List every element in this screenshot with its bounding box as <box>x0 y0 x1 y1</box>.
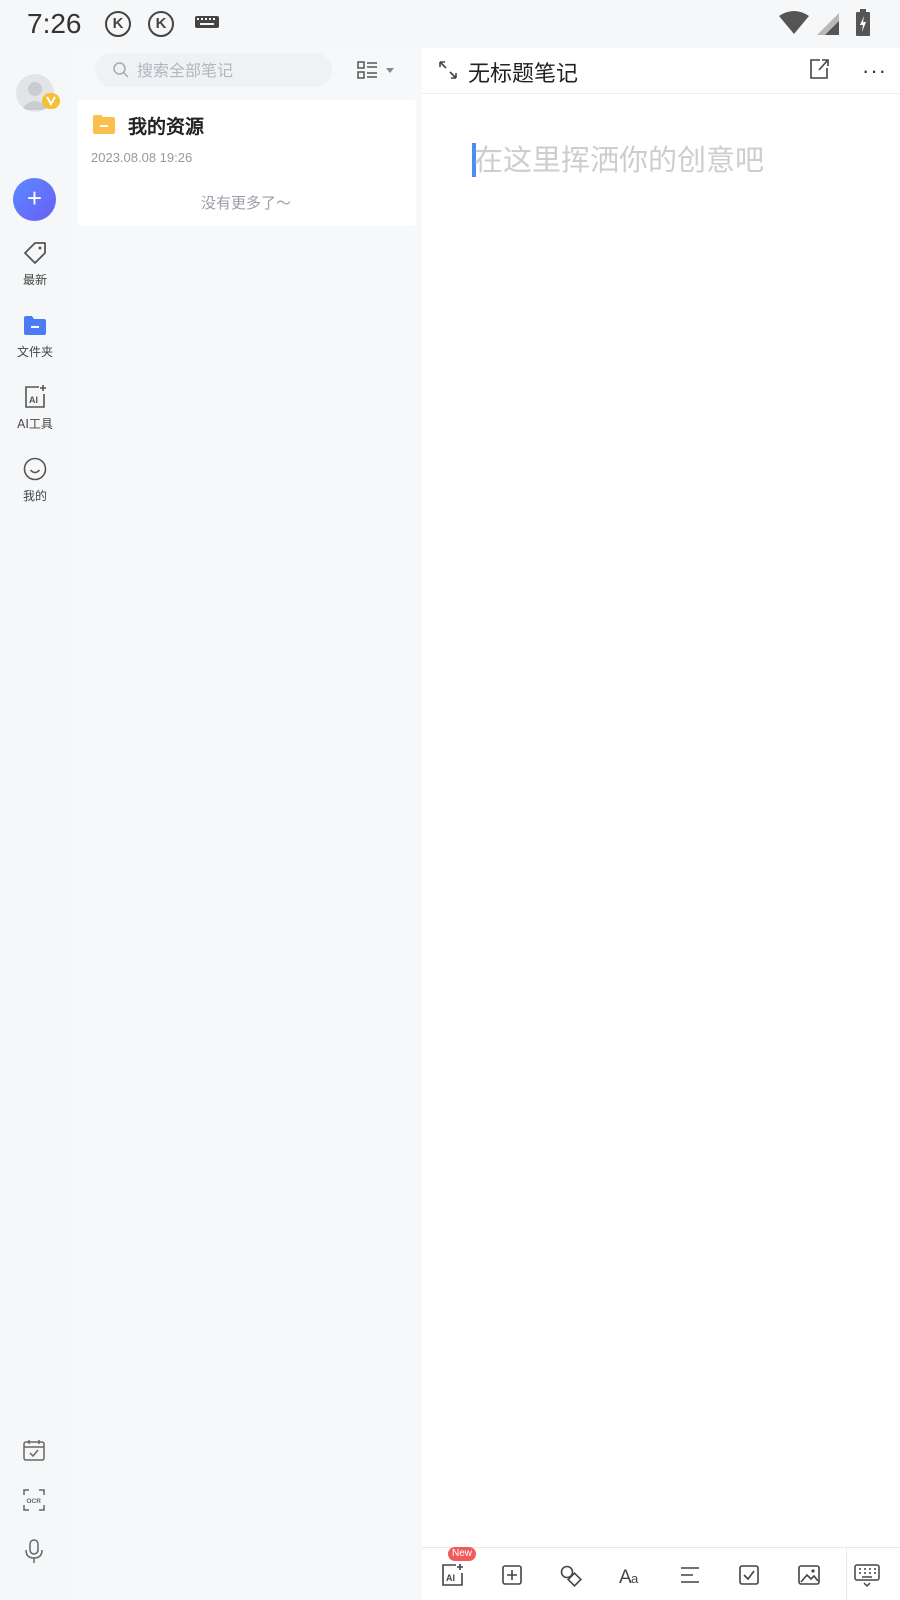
calendar-check-icon[interactable] <box>22 1438 46 1462</box>
folder-title: 我的资源 <box>128 116 205 138</box>
share-icon[interactable] <box>808 58 830 80</box>
note-title[interactable]: 无标题笔记 <box>468 56 578 88</box>
rail-item-label: 最新 <box>22 273 47 287</box>
notes-list-pane: 我的资源 2023.08.08 19:26 没有更多了～ <box>70 48 422 1600</box>
search-input[interactable] <box>137 53 327 87</box>
collapse-icon[interactable] <box>438 60 458 80</box>
editor-toolbar: AI New A a <box>422 1547 900 1600</box>
smile-icon <box>23 457 47 481</box>
shapes-icon[interactable] <box>558 1562 584 1588</box>
status-bar: 7:26 K K <box>0 0 900 48</box>
note-body-input[interactable] <box>474 140 874 180</box>
signal-icon <box>817 13 839 35</box>
note-editor: 无标题笔记 ··· AI New A a <box>422 48 900 1600</box>
svg-text:AI: AI <box>446 1573 455 1583</box>
ai-tool-icon: AI <box>25 385 46 408</box>
wifi-icon <box>779 11 809 34</box>
tag-icon <box>24 242 46 264</box>
align-icon[interactable] <box>677 1562 703 1588</box>
rail-item-ai-tools[interactable]: AI AI工具 <box>0 384 70 432</box>
folder-icon <box>24 316 46 335</box>
nav-rail: + 最新 文件夹 AI AI工具 我的 OCR <box>0 48 70 1600</box>
insert-block-icon[interactable] <box>499 1562 525 1588</box>
editor-header: 无标题笔记 ··· <box>422 48 900 94</box>
more-options-icon[interactable]: ··· <box>862 58 887 84</box>
search-bar[interactable] <box>95 53 332 87</box>
hide-keyboard-icon[interactable] <box>853 1562 881 1588</box>
rail-item-folders[interactable]: 文件夹 <box>0 312 70 360</box>
ocr-icon[interactable]: OCR <box>22 1488 46 1512</box>
rail-item-label: 我的 <box>22 489 47 503</box>
rail-item-latest[interactable]: 最新 <box>0 240 70 288</box>
new-badge: New <box>448 1547 477 1561</box>
create-note-button[interactable]: + <box>13 178 56 221</box>
keyboard-icon <box>195 16 219 28</box>
notification-k-icon: K <box>148 11 174 37</box>
ai-write-icon[interactable]: AI <box>440 1562 466 1588</box>
search-icon <box>113 62 129 78</box>
vip-badge-icon <box>42 93 60 109</box>
svg-text:AI: AI <box>29 395 38 405</box>
rail-item-label: 文件夹 <box>16 345 53 359</box>
text-format-icon[interactable]: A a <box>618 1562 644 1588</box>
svg-text:OCR: OCR <box>27 1498 42 1505</box>
view-mode-toggle-icon[interactable] <box>357 59 401 81</box>
rail-item-label: AI工具 <box>17 417 53 431</box>
status-time: 7:26 <box>27 8 82 39</box>
folder-date: 2023.08.08 19:26 <box>91 150 193 165</box>
microphone-icon[interactable] <box>22 1538 46 1564</box>
image-icon[interactable] <box>796 1562 822 1588</box>
list-end-text: 没有更多了～ <box>200 194 291 212</box>
toolbar-divider <box>846 1548 847 1600</box>
rail-item-mine[interactable]: 我的 <box>0 456 70 504</box>
notification-k-icon: K <box>105 11 131 37</box>
folder-icon <box>93 115 115 134</box>
checkbox-icon[interactable] <box>736 1562 762 1588</box>
battery-icon <box>856 9 870 36</box>
svg-text:a: a <box>631 1571 639 1586</box>
